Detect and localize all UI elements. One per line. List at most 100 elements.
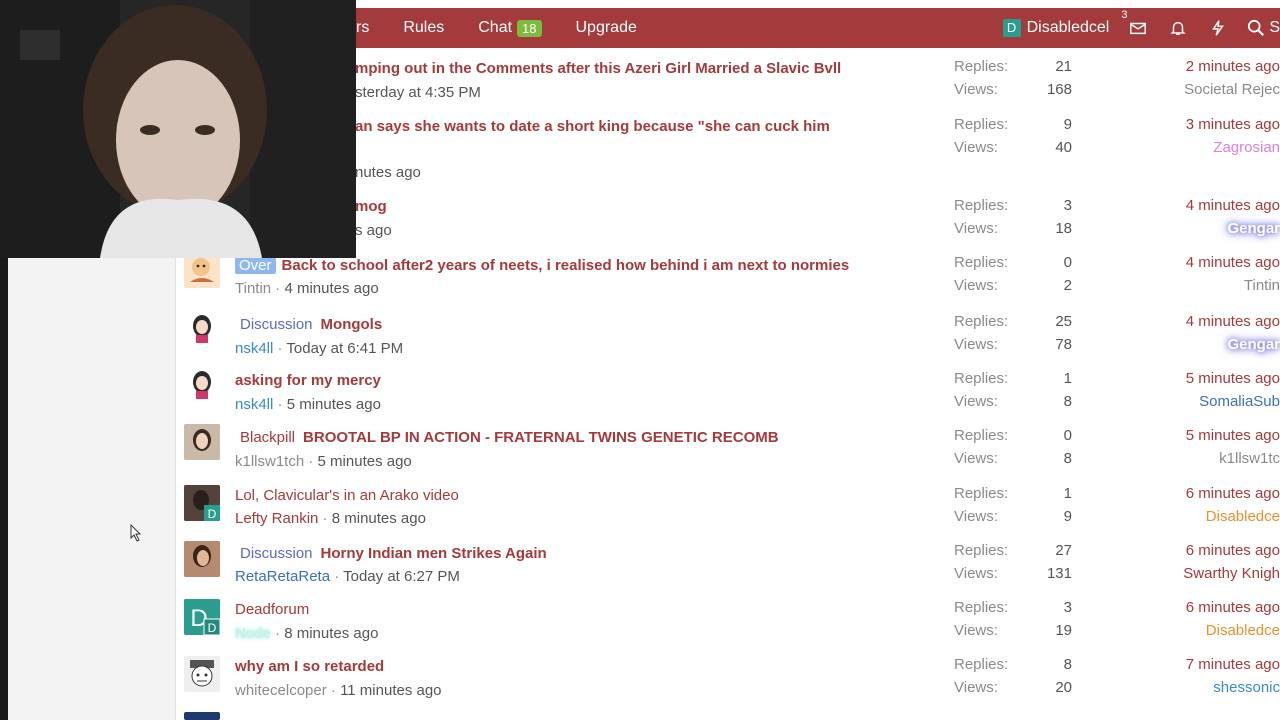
search-button[interactable]: S — [1247, 19, 1280, 37]
user-avatar[interactable] — [184, 656, 220, 692]
latest-post[interactable]: 6 minutes ago Swarthy Knigh — [1156, 542, 1280, 588]
latest-user[interactable]: Swarthy Knigh — [1156, 565, 1280, 588]
latest-time: 4 minutes ago — [1185, 313, 1280, 330]
thread-row[interactable]: DD Deadforum Node · 8 minutes ago Replie… — [176, 586, 1280, 643]
whats-new-button[interactable] — [1207, 17, 1229, 39]
latest-time: 6 minutes ago — [1185, 485, 1280, 502]
chat-count-badge: 18 — [517, 19, 542, 37]
thread-title[interactable]: asking for my mercy — [235, 372, 381, 389]
nav-item-upgrade[interactable]: Upgrade — [576, 19, 637, 37]
thread-author[interactable]: Tintin — [235, 280, 271, 297]
search-icon — [1248, 19, 1265, 36]
latest-time: 6 minutes ago — [1185, 599, 1280, 616]
thread-author[interactable]: nsk4ll — [235, 340, 273, 357]
latest-user[interactable]: Zagrosian — [1156, 139, 1280, 162]
thread-row[interactable]: Discussion Horny Indian men Strikes Again… — [176, 529, 1280, 586]
thread-title[interactable]: Lol, Clavicular's in an Arako video — [235, 487, 459, 504]
inbox-button[interactable]: 3 — [1121, 9, 1149, 39]
thread-title[interactable]: an says she wants to date a short king b… — [355, 118, 830, 135]
latest-post[interactable]: 5 minutes ago k1llsw1tc — [1156, 427, 1280, 473]
thread-row[interactable]: D Lol, Clavicular's in an Arako video Le… — [176, 472, 1280, 529]
replies-count: 9 — [1063, 116, 1072, 133]
user-avatar[interactable] — [184, 541, 220, 577]
thread-title[interactable]: Horny Indian men Strikes Again — [321, 545, 547, 562]
latest-user[interactable]: Societal Rejec — [1156, 81, 1280, 104]
thread-title[interactable]: mog — [355, 198, 387, 215]
nav-item-members[interactable]: rs — [356, 19, 369, 37]
latest-user[interactable]: Disabledce — [1156, 508, 1280, 531]
user-avatar[interactable]: D — [184, 485, 220, 521]
thread-row[interactable]: why am I so retarded whitecelcoper · 11 … — [176, 643, 1280, 700]
latest-post[interactable]: 6 minutes ago Disabledce — [1156, 485, 1280, 531]
latest-post[interactable]: 2 minutes ago Societal Rejec — [1156, 58, 1280, 104]
thread-title[interactable]: Back to school after2 years of neets, i … — [282, 257, 850, 274]
thread-author[interactable]: Node — [235, 625, 271, 642]
bolt-icon — [1212, 20, 1225, 36]
user-avatar[interactable] — [184, 424, 220, 460]
latest-post[interactable]: 4 minutes ago Gengar — [1156, 197, 1280, 243]
replies-label: Replies: — [954, 485, 1009, 502]
latest-user[interactable]: Disabledce — [1156, 622, 1280, 645]
latest-user[interactable]: Tintin — [1156, 277, 1280, 300]
avatar-image: DD — [184, 599, 220, 635]
thread-title[interactable]: Deadforum — [235, 601, 309, 618]
thread-author[interactable]: nsk4ll — [235, 396, 273, 413]
latest-post[interactable]: 6 minutes ago Disabledce — [1156, 599, 1280, 645]
thread-title[interactable]: mping out in the Comments after this Aze… — [355, 60, 841, 77]
latest-post[interactable]: 4 minutes ago Gengar — [1156, 313, 1280, 359]
thread-prefix[interactable]: Over — [235, 257, 276, 274]
thread-author[interactable]: Lefty Rankin — [235, 510, 318, 527]
thread-title[interactable]: why am I so retarded — [235, 658, 384, 675]
latest-post[interactable]: 3 minutes ago Zagrosian — [1156, 116, 1280, 162]
thread-author[interactable]: k1llsw1tch — [235, 453, 304, 470]
thread-stats: Replies: 8 Views: 20 — [954, 656, 1072, 702]
latest-user[interactable]: Gengar — [1156, 220, 1280, 243]
replies-count: 25 — [1055, 313, 1072, 330]
user-avatar[interactable] — [184, 310, 220, 346]
svg-text:D: D — [208, 621, 217, 635]
sidebar-edge — [0, 258, 8, 720]
latest-time: 3 minutes ago — [1185, 116, 1280, 133]
thread-title[interactable]: BROOTAL BP IN ACTION - FRATERNAL TWINS G… — [303, 429, 779, 446]
thread-title-line: why am I so retarded — [235, 658, 384, 675]
latest-post[interactable]: 5 minutes ago SomaliaSub — [1156, 370, 1280, 416]
webcam-feed — [0, 0, 356, 258]
thread-title-line: Discussion Mongols — [235, 316, 382, 333]
thread-title[interactable]: Mongols — [321, 316, 383, 333]
avatar-image — [184, 656, 220, 692]
thread-prefix[interactable]: Blackpill — [240, 429, 295, 446]
latest-user[interactable]: SomaliaSub — [1156, 393, 1280, 416]
thread-author[interactable]: whitecelcoper — [235, 682, 327, 699]
thread-prefix[interactable]: Discussion — [240, 316, 313, 333]
thread-meta: k1llsw1tch · 5 minutes ago — [235, 453, 412, 470]
replies-count: 27 — [1055, 542, 1072, 559]
latest-post[interactable]: 4 minutes ago Tintin — [1156, 254, 1280, 300]
latest-user[interactable]: k1llsw1tc — [1156, 450, 1280, 473]
latest-user[interactable]: Gengar — [1156, 336, 1280, 359]
latest-time: 4 minutes ago — [1185, 254, 1280, 271]
thread-prefix[interactable]: Discussion — [240, 545, 313, 562]
thread-meta: Node · 8 minutes ago — [235, 625, 379, 642]
latest-post[interactable]: 7 minutes ago shessonic — [1156, 656, 1280, 702]
latest-time: 7 minutes ago — [1185, 656, 1280, 673]
svg-text:D: D — [208, 507, 217, 521]
thread-date: nutes ago — [355, 164, 421, 181]
thread-author[interactable]: RetaRetaReta — [235, 568, 330, 585]
user-avatar[interactable] — [184, 366, 220, 402]
user-avatar[interactable]: DD — [184, 599, 220, 635]
views-label: Views: — [954, 450, 998, 467]
latest-time: 6 minutes ago — [1185, 542, 1280, 559]
alerts-button[interactable] — [1167, 17, 1189, 39]
latest-user[interactable]: shessonic — [1156, 679, 1280, 702]
replies-label: Replies: — [954, 58, 1009, 75]
thread-title-line: mog — [355, 198, 387, 215]
thread-row[interactable]: Blackpill BROOTAL BP IN ACTION - FRATERNA… — [176, 414, 1280, 472]
user-menu[interactable]: D Disabledcel — [1002, 19, 1109, 37]
top-navbar: rs Rules Chat 18 Upgrade D Disabledcel 3 … — [356, 8, 1280, 48]
nav-item-rules[interactable]: Rules — [403, 19, 444, 37]
replies-count: 0 — [1063, 427, 1072, 444]
nav-item-chat[interactable]: Chat 18 — [478, 19, 542, 37]
thread-row[interactable]: asking for my mercy nsk4ll · 5 minutes a… — [176, 357, 1280, 414]
views-count: 78 — [1055, 336, 1072, 353]
thread-row[interactable]: Discussion Mongols nsk4ll · Today at 6:41… — [176, 300, 1280, 357]
